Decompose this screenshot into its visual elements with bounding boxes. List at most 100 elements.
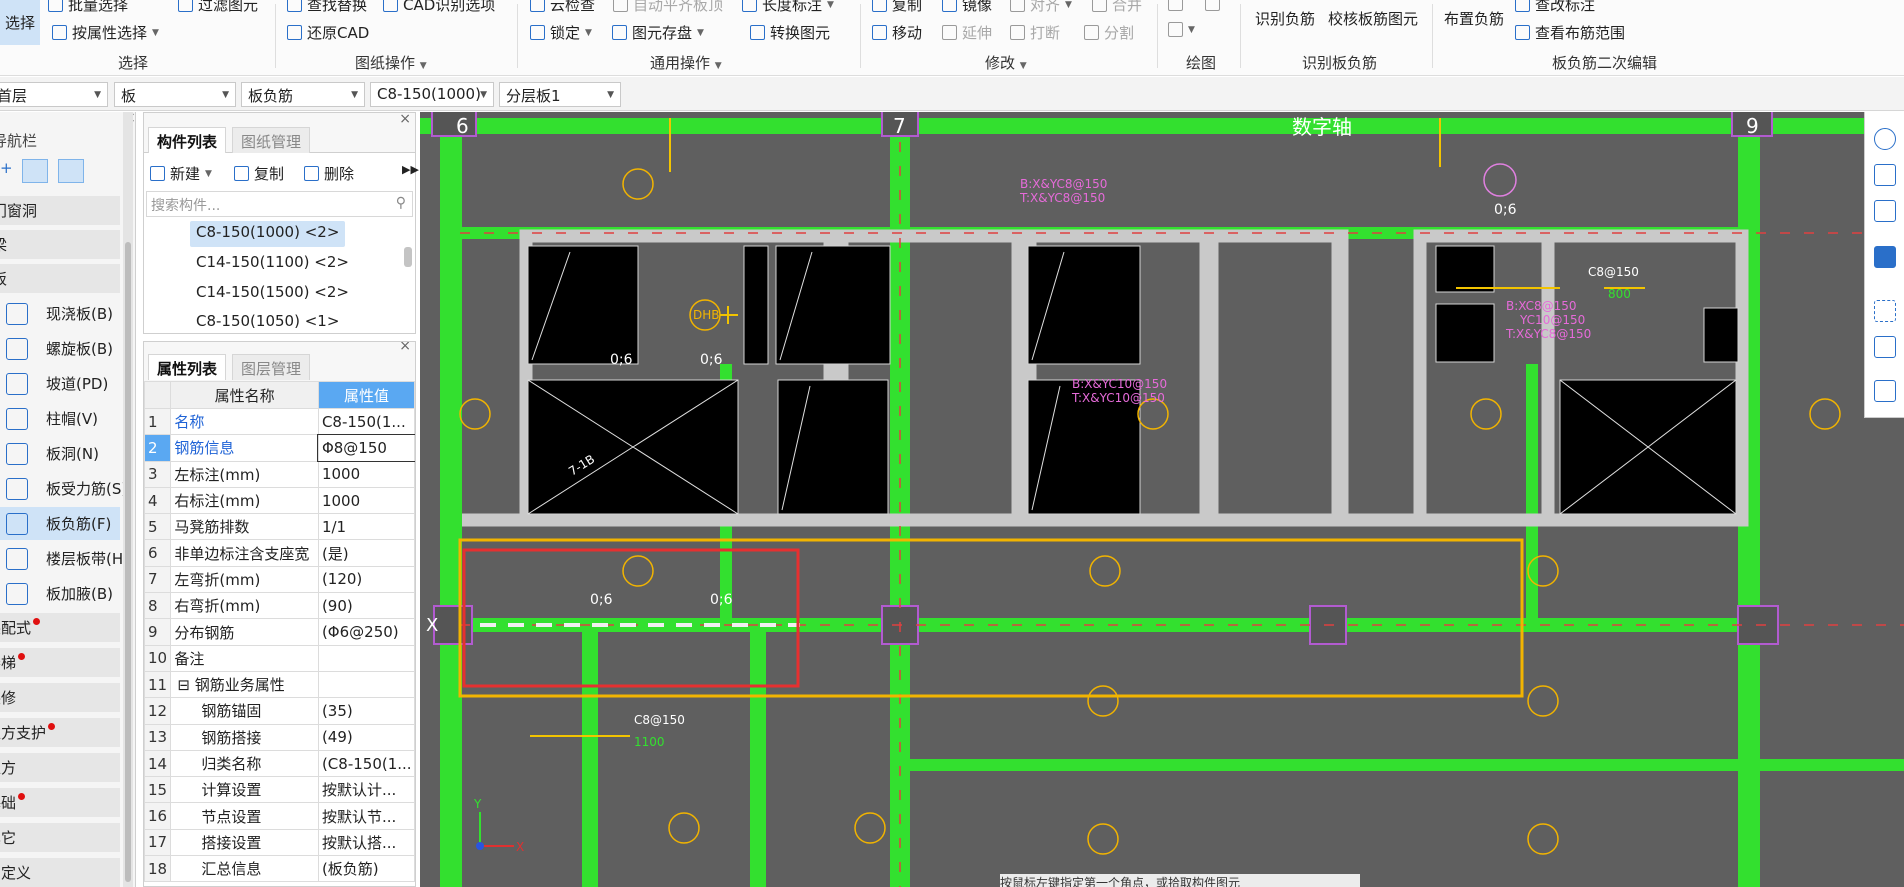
mirror-button[interactable]: 镜像 — [942, 0, 992, 15]
property-value[interactable]: (板负筋) — [317, 855, 415, 883]
component-list-item[interactable]: C14-150(1500) <2> — [190, 281, 355, 307]
component-list-item[interactable]: C8-150(1050) <1> — [190, 310, 345, 336]
draw-arc-button[interactable]: ▼ — [1168, 22, 1195, 37]
nav-category-prefab[interactable]: 装配式 — [0, 613, 120, 643]
property-row[interactable]: 14 归类名称 (C8-150(1... — [144, 749, 415, 778]
cad-drawing[interactable]: 6 7 9 X 数字轴 0;6 0;6 0;6 0;6 0;6 B:X&YC8@… — [420, 112, 1904, 887]
property-row[interactable]: 12 钢筋锚固 (35) — [144, 697, 415, 725]
component-list-item[interactable]: C8-150(1000) <2> — [190, 221, 346, 247]
property-row[interactable]: 9 分布钢筋 (Φ6@250) — [144, 618, 415, 646]
restore-cad-button[interactable]: 还原CAD — [287, 22, 369, 43]
length-dimension-button[interactable]: 长度标注 ▼ — [742, 0, 834, 15]
property-row[interactable]: 8 右弯折(mm) (90) — [144, 592, 415, 620]
hide-icon[interactable] — [1874, 336, 1896, 358]
property-row[interactable]: 5 马凳筋排数 1/1 — [144, 513, 415, 541]
property-row[interactable]: 3 左标注(mm) 1000 — [144, 460, 415, 488]
nav-category-excavation[interactable]: 土方支护 — [0, 718, 120, 748]
lock-button[interactable]: 锁定 ▼ — [530, 22, 592, 43]
property-value[interactable]: 按默认节... — [317, 802, 415, 830]
nav-item-slab-hole[interactable]: 板洞(N) — [0, 437, 120, 470]
property-row[interactable]: 6 非单边标注含支座宽 (是) — [144, 539, 415, 567]
nav-item-slab-strip[interactable]: 楼层板带(H) — [0, 542, 129, 575]
close-icon[interactable]: × — [399, 111, 411, 127]
box-view-icon[interactable] — [1874, 246, 1896, 268]
nav-category-decoration[interactable]: 装修 — [0, 683, 120, 713]
element-type-combo[interactable]: 板 ▼ — [114, 82, 236, 107]
check-slab-rebar-button[interactable]: 校核板筋图元 — [1328, 8, 1418, 29]
property-row[interactable]: 13 钢筋搭接 (49) — [144, 723, 415, 751]
edit-annotation-button[interactable]: 查改标注 — [1515, 0, 1595, 15]
property-value[interactable] — [317, 644, 415, 672]
floor-combo[interactable]: 首层 ▼ — [0, 82, 108, 107]
split-button[interactable]: 分割 — [1084, 22, 1134, 43]
property-row[interactable]: 2 钢筋信息 Φ8@150 — [144, 433, 415, 463]
cad-canvas[interactable]: 6 7 9 X 数字轴 0;6 0;6 0;6 0;6 0;6 B:X&YC8@… — [420, 112, 1904, 887]
extend-button[interactable]: 延伸 — [942, 22, 992, 43]
tab-drawing-management[interactable]: 图纸管理 — [232, 127, 311, 153]
convert-element-button[interactable]: 转换图元 — [750, 22, 830, 43]
batch-select-button[interactable]: 批量选择 — [48, 0, 128, 15]
layer-slab-combo[interactable]: 分层板1 ▼ — [499, 82, 621, 107]
nav-item-slab-haunch[interactable]: 板加腋(B) — [0, 577, 120, 610]
draw-rect-button[interactable] — [1205, 0, 1220, 11]
nav-item-column-cap[interactable]: 柱帽(V) — [0, 402, 120, 435]
tab-property-list[interactable]: 属性列表 — [148, 354, 227, 380]
identify-neg-rebar-button[interactable]: 识别负筋 — [1255, 8, 1315, 29]
cad-options-button[interactable]: CAD识别选项 — [383, 0, 495, 15]
add-icon[interactable]: + — [0, 159, 13, 177]
component-list-item[interactable]: C14-150(1100) <2> — [190, 251, 355, 277]
property-row[interactable]: 16 节点设置 按默认节... — [144, 802, 415, 830]
property-row[interactable]: 18 汇总信息 (板负筋) — [144, 855, 415, 883]
property-value[interactable] — [317, 670, 415, 699]
property-value[interactable]: Φ8@150 — [317, 433, 415, 463]
property-row[interactable]: 4 右标注(mm) 1000 — [144, 486, 415, 515]
filter-elements-button[interactable]: 过滤图元 — [178, 0, 258, 15]
orbit-icon[interactable] — [1874, 128, 1896, 150]
cloud-check-button[interactable]: 云检查 — [530, 0, 595, 15]
nav-item-slab-main-rebar[interactable]: 板受力筋(S) — [0, 472, 127, 505]
nav-category-door-window[interactable]: 门窗洞 — [0, 196, 120, 226]
close-icon[interactable]: × — [399, 342, 411, 354]
detail-view-icon[interactable] — [58, 159, 84, 183]
nav-category-beam[interactable]: 梁 — [0, 230, 120, 260]
tab-component-list[interactable]: 构件列表 — [148, 127, 227, 153]
delete-component-button[interactable]: 删除 — [304, 163, 354, 184]
select-by-property-button[interactable]: 按属性选择 ▼ — [52, 22, 159, 43]
copy-button[interactable]: 复制 — [872, 0, 922, 15]
view-rebar-range-button[interactable]: 查看布筋范围 — [1515, 22, 1625, 43]
property-value[interactable]: 1/1 — [317, 513, 415, 541]
property-value[interactable]: (90) — [317, 592, 415, 620]
nav-item-slab-neg-rebar[interactable]: 板负筋(F) — [0, 507, 120, 540]
sub-type-combo[interactable]: 板负筋 ▼ — [241, 82, 365, 107]
nav-category-slab[interactable]: 板 — [0, 264, 120, 294]
property-row[interactable]: 15 计算设置 按默认计... — [144, 776, 415, 804]
align-button[interactable]: 对齐 ▼ — [1010, 0, 1072, 15]
copy-component-button[interactable]: 复制 — [234, 163, 284, 184]
nav-item-ramp[interactable]: 坡道(PD) — [0, 367, 120, 400]
3d-view-icon[interactable] — [1874, 164, 1896, 186]
layer-view-icon[interactable] — [1874, 380, 1896, 402]
fullscreen-icon[interactable] — [1874, 300, 1896, 322]
component-search-input[interactable]: 搜索构件... ⚲ — [146, 191, 413, 217]
property-value[interactable]: (35) — [317, 697, 415, 725]
property-row[interactable]: 1 名称 C8-150(1... — [144, 407, 415, 436]
find-replace-button[interactable]: 查找替换 — [287, 0, 367, 15]
property-row[interactable]: 17 搭接设置 按默认搭... — [144, 828, 415, 857]
auto-align-slab-button[interactable]: 自动平齐板顶 — [613, 0, 723, 15]
nav-scrollbar-thumb[interactable] — [125, 242, 131, 882]
property-value[interactable]: C8-150(1... — [317, 407, 415, 436]
new-component-button[interactable]: 新建 ▼ — [150, 163, 212, 184]
component-combo[interactable]: C8-150(1000) ▼ — [370, 82, 494, 107]
property-row[interactable]: 10 备注 — [144, 644, 415, 672]
property-value[interactable]: (120) — [317, 565, 415, 594]
property-value[interactable]: (是) — [317, 539, 415, 567]
nav-category-foundation[interactable]: 基础 — [0, 788, 120, 818]
tab-layer-management[interactable]: 图层管理 — [232, 354, 311, 380]
list-scrollbar-thumb[interactable] — [404, 247, 412, 267]
move-button[interactable]: 移动 — [872, 22, 922, 43]
nav-item-spiral-slab[interactable]: 螺旋板(B) — [0, 332, 120, 365]
merge-button[interactable]: 合并 — [1092, 0, 1142, 15]
cube-view-icon[interactable] — [1874, 200, 1896, 222]
nav-category-other[interactable]: 其它 — [0, 823, 120, 853]
select-button[interactable]: 选择 — [0, 0, 40, 45]
